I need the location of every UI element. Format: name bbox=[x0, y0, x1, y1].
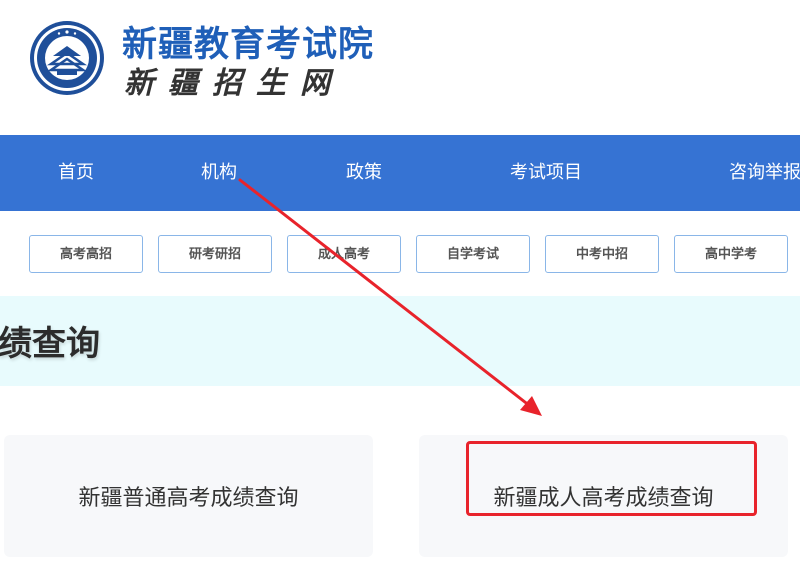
category-self-study-button[interactable]: 自学考试 bbox=[416, 235, 530, 273]
nav-item-consult-report[interactable]: 咨询举报 bbox=[729, 135, 800, 211]
main-nav: 首页 机构 政策 考试项目 咨询举报 bbox=[0, 135, 800, 211]
score-query-card-gaokao[interactable]: 新疆普通高考成绩查询 bbox=[4, 435, 373, 557]
nav-item-policy[interactable]: 政策 bbox=[346, 135, 382, 211]
exam-category-bar: 高考高招 研考研招 成人高考 自学考试 中考中招 高中学考 bbox=[0, 211, 800, 296]
category-postgrad-button[interactable]: 研考研招 bbox=[158, 235, 272, 273]
site-subtitle: 新疆招生网 bbox=[124, 66, 344, 101]
category-xuekao-button[interactable]: 高中学考 bbox=[674, 235, 788, 273]
category-gaokao-button[interactable]: 高考高招 bbox=[29, 235, 143, 273]
card-label: 新疆普通高考成绩查询 bbox=[78, 486, 299, 511]
exam-institute-emblem-icon[interactable] bbox=[29, 20, 105, 96]
nav-item-exam-projects[interactable]: 考试项目 bbox=[510, 135, 582, 211]
category-adult-exam-button[interactable]: 成人高考 bbox=[287, 235, 401, 273]
nav-item-organization[interactable]: 机构 bbox=[201, 135, 237, 211]
page-title: 成绩查询 bbox=[0, 324, 100, 364]
site-header: 新疆教育考试院 新疆招生网 bbox=[0, 0, 800, 135]
category-zhongkao-button[interactable]: 中考中招 bbox=[545, 235, 659, 273]
nav-item-home[interactable]: 首页 bbox=[58, 135, 94, 211]
page-banner: 成绩查询 bbox=[0, 296, 800, 386]
annotation-highlight-box bbox=[466, 441, 757, 516]
